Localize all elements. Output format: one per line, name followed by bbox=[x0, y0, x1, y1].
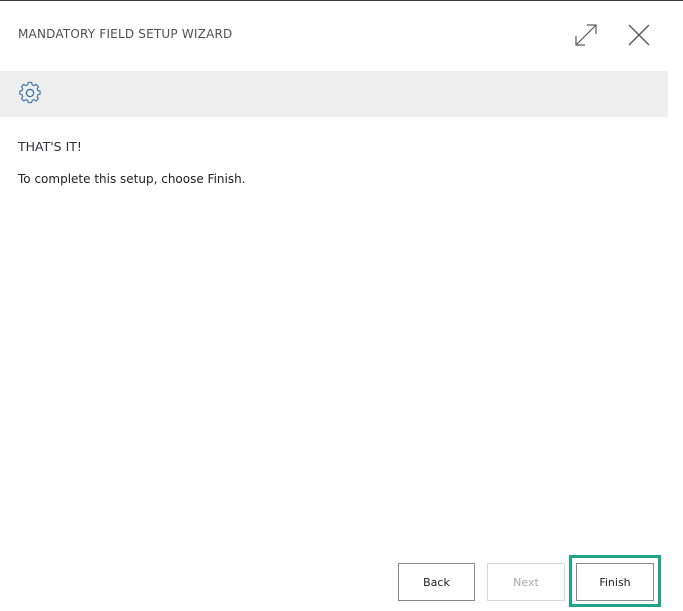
back-button[interactable]: Back bbox=[398, 563, 475, 601]
dialog-title: MANDATORY FIELD SETUP WIZARD bbox=[18, 27, 233, 41]
step-description: To complete this setup, choose Finish. bbox=[18, 172, 246, 186]
finish-button[interactable]: Finish bbox=[576, 563, 654, 601]
wizard-toolbar bbox=[0, 71, 668, 117]
close-icon bbox=[628, 24, 650, 46]
step-title: THAT'S IT! bbox=[18, 139, 82, 154]
close-button[interactable] bbox=[624, 20, 654, 50]
expand-button[interactable] bbox=[571, 20, 601, 50]
gear-icon bbox=[19, 81, 41, 104]
expand-icon bbox=[575, 24, 597, 46]
next-button[interactable]: Next bbox=[487, 563, 565, 601]
dialog-top-border bbox=[0, 0, 683, 1]
